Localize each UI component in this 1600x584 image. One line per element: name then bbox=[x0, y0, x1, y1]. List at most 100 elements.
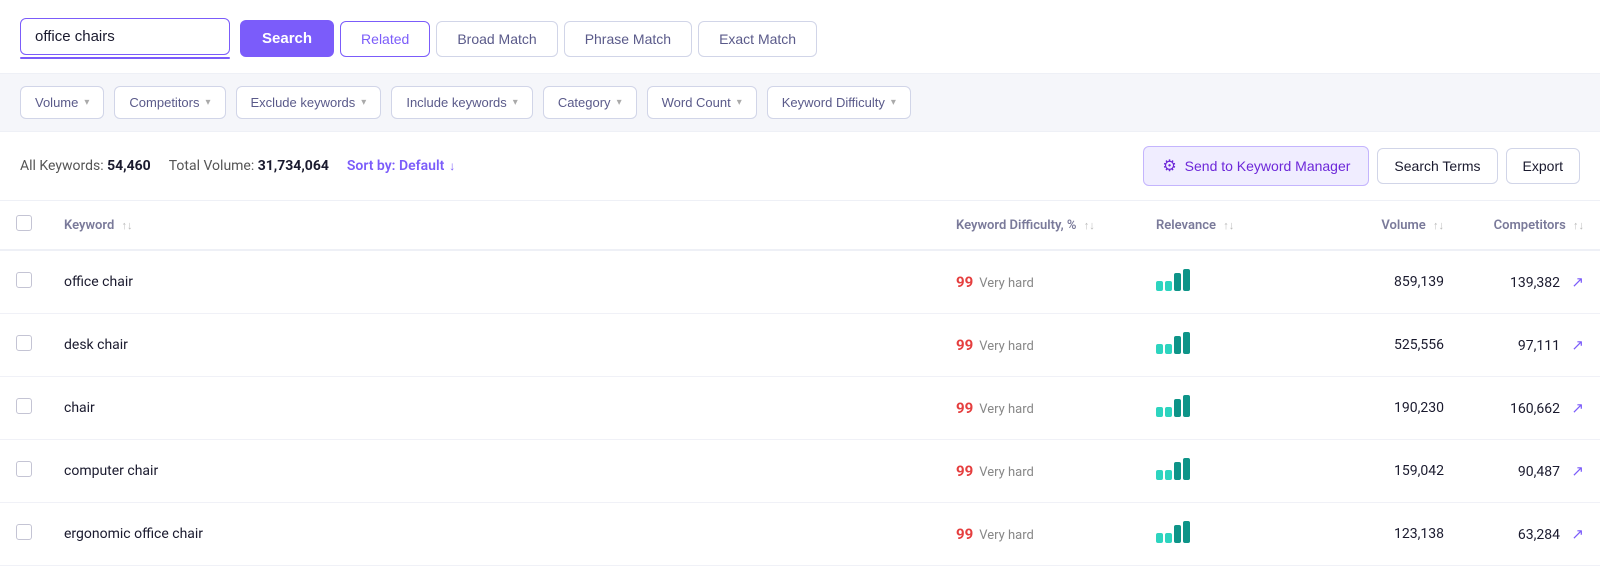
relevance-bar bbox=[1156, 407, 1163, 417]
row-checkbox[interactable] bbox=[16, 398, 32, 414]
stats-bar: All Keywords: 54,460 Total Volume: 31,73… bbox=[0, 132, 1600, 201]
row-checkbox-cell bbox=[0, 377, 48, 440]
row-checkbox[interactable] bbox=[16, 335, 32, 351]
sort-kd-icon[interactable]: ↑↓ bbox=[1084, 219, 1095, 232]
relevance-bar bbox=[1165, 470, 1172, 480]
row-competitors: 139,382 ↗ bbox=[1460, 250, 1600, 314]
external-link-icon[interactable]: ↗ bbox=[1571, 336, 1584, 354]
search-underline bbox=[20, 57, 230, 59]
kd-label: Very hard bbox=[979, 528, 1034, 543]
row-relevance bbox=[1140, 250, 1320, 314]
search-input-wrap: office chairs bbox=[20, 18, 230, 59]
kd-value: 99 bbox=[956, 462, 973, 480]
tab-related[interactable]: Related bbox=[340, 21, 430, 57]
row-checkbox[interactable] bbox=[16, 524, 32, 540]
filter-word-count[interactable]: Word Count ▾ bbox=[647, 86, 757, 119]
filter-category[interactable]: Category ▾ bbox=[543, 86, 637, 119]
external-link-icon[interactable]: ↗ bbox=[1571, 399, 1584, 417]
relevance-bar bbox=[1174, 336, 1181, 354]
relevance-bar bbox=[1183, 332, 1190, 354]
sort-keyword-icon[interactable]: ↑↓ bbox=[122, 219, 133, 232]
table-row: computer chair99Very hard159,04290,487 ↗ bbox=[0, 440, 1600, 503]
all-keywords-value: 54,460 bbox=[107, 158, 151, 174]
tab-broad-match[interactable]: Broad Match bbox=[436, 21, 557, 57]
filter-word-count-label: Word Count bbox=[662, 95, 731, 110]
filter-include[interactable]: Include keywords ▾ bbox=[391, 86, 532, 119]
tab-phrase-match[interactable]: Phrase Match bbox=[564, 21, 692, 57]
filter-include-label: Include keywords bbox=[406, 95, 506, 110]
row-checkbox-cell bbox=[0, 503, 48, 566]
chevron-down-icon: ▾ bbox=[84, 97, 89, 108]
filter-kd-label: Keyword Difficulty bbox=[782, 95, 885, 110]
total-volume-stat: Total Volume: 31,734,064 bbox=[169, 158, 329, 174]
send-to-keyword-manager-button[interactable]: ⚙ Send to Keyword Manager bbox=[1143, 146, 1369, 186]
filter-bar: Volume ▾ Competitors ▾ Exclude keywords … bbox=[0, 74, 1600, 132]
relevance-bars bbox=[1156, 269, 1190, 291]
relevance-bar bbox=[1165, 281, 1172, 291]
chevron-down-icon: ▾ bbox=[617, 97, 622, 108]
row-checkbox[interactable] bbox=[16, 272, 32, 288]
header-relevance[interactable]: Relevance ↑↓ bbox=[1140, 201, 1320, 250]
filter-volume-label: Volume bbox=[35, 95, 78, 110]
row-kd: 99 Very hard bbox=[940, 440, 1140, 503]
kd-label: Very hard bbox=[979, 465, 1034, 480]
sort-competitors-icon[interactable]: ↑↓ bbox=[1573, 219, 1584, 232]
external-link-icon[interactable]: ↗ bbox=[1571, 462, 1584, 480]
sort-label: Sort by: Default ↓ bbox=[347, 158, 455, 174]
external-link-icon[interactable]: ↗ bbox=[1571, 273, 1584, 291]
relevance-bars bbox=[1156, 521, 1190, 543]
sort-value[interactable]: Default bbox=[399, 158, 444, 174]
total-volume-value: 31,734,064 bbox=[258, 158, 329, 174]
relevance-bar bbox=[1165, 533, 1172, 543]
relevance-bar bbox=[1174, 525, 1181, 543]
relevance-bars bbox=[1156, 332, 1190, 354]
header-kd[interactable]: Keyword Difficulty, % ↑↓ bbox=[940, 201, 1140, 250]
chevron-down-icon: ▾ bbox=[737, 97, 742, 108]
row-checkbox[interactable] bbox=[16, 461, 32, 477]
table-header-row: Keyword ↑↓ Keyword Difficulty, % ↑↓ Rele… bbox=[0, 201, 1600, 250]
row-relevance bbox=[1140, 440, 1320, 503]
kd-label: Very hard bbox=[979, 339, 1034, 354]
relevance-bar bbox=[1156, 470, 1163, 480]
relevance-bar bbox=[1156, 533, 1163, 543]
relevance-bars bbox=[1156, 395, 1190, 417]
tab-exact-match[interactable]: Exact Match bbox=[698, 21, 817, 57]
sort-volume-icon[interactable]: ↑↓ bbox=[1433, 219, 1444, 232]
header-checkbox[interactable] bbox=[0, 201, 48, 250]
filter-kd[interactable]: Keyword Difficulty ▾ bbox=[767, 86, 911, 119]
filter-competitors-label: Competitors bbox=[129, 95, 199, 110]
header-volume[interactable]: Volume ↑↓ bbox=[1320, 201, 1460, 250]
kd-value: 99 bbox=[956, 336, 973, 354]
header-keyword[interactable]: Keyword ↑↓ bbox=[48, 201, 940, 250]
search-button[interactable]: Search bbox=[240, 20, 334, 57]
row-kd: 99Very hard bbox=[940, 377, 1140, 440]
select-all-checkbox[interactable] bbox=[16, 215, 32, 231]
row-kd: 99Very hard bbox=[940, 503, 1140, 566]
row-checkbox-cell bbox=[0, 314, 48, 377]
filter-competitors[interactable]: Competitors ▾ bbox=[114, 86, 225, 119]
row-checkbox-cell bbox=[0, 250, 48, 314]
row-keyword: office chair bbox=[48, 250, 940, 314]
kd-label: Very hard bbox=[979, 276, 1034, 291]
row-competitors: 160,662 ↗ bbox=[1460, 377, 1600, 440]
row-relevance bbox=[1140, 377, 1320, 440]
kd-value: 99 bbox=[956, 399, 973, 417]
header-competitors[interactable]: Competitors ↑↓ bbox=[1460, 201, 1600, 250]
relevance-bar bbox=[1165, 407, 1172, 417]
filter-volume[interactable]: Volume ▾ bbox=[20, 86, 104, 119]
row-volume: 190,230 bbox=[1320, 377, 1460, 440]
search-bar: office chairs Search Related Broad Match… bbox=[0, 0, 1600, 74]
row-volume: 123,138 bbox=[1320, 503, 1460, 566]
external-link-icon[interactable]: ↗ bbox=[1571, 525, 1584, 543]
relevance-bar bbox=[1183, 458, 1190, 480]
chevron-down-icon: ▾ bbox=[361, 97, 366, 108]
sort-relevance-icon[interactable]: ↑↓ bbox=[1223, 219, 1234, 232]
sort-arrow-icon: ↓ bbox=[446, 159, 455, 173]
search-input[interactable]: office chairs bbox=[20, 18, 230, 55]
export-button[interactable]: Export bbox=[1506, 148, 1580, 184]
filter-exclude[interactable]: Exclude keywords ▾ bbox=[236, 86, 382, 119]
relevance-bar bbox=[1183, 269, 1190, 291]
relevance-bar bbox=[1174, 462, 1181, 480]
search-terms-button[interactable]: Search Terms bbox=[1377, 148, 1497, 184]
relevance-bar bbox=[1156, 344, 1163, 354]
